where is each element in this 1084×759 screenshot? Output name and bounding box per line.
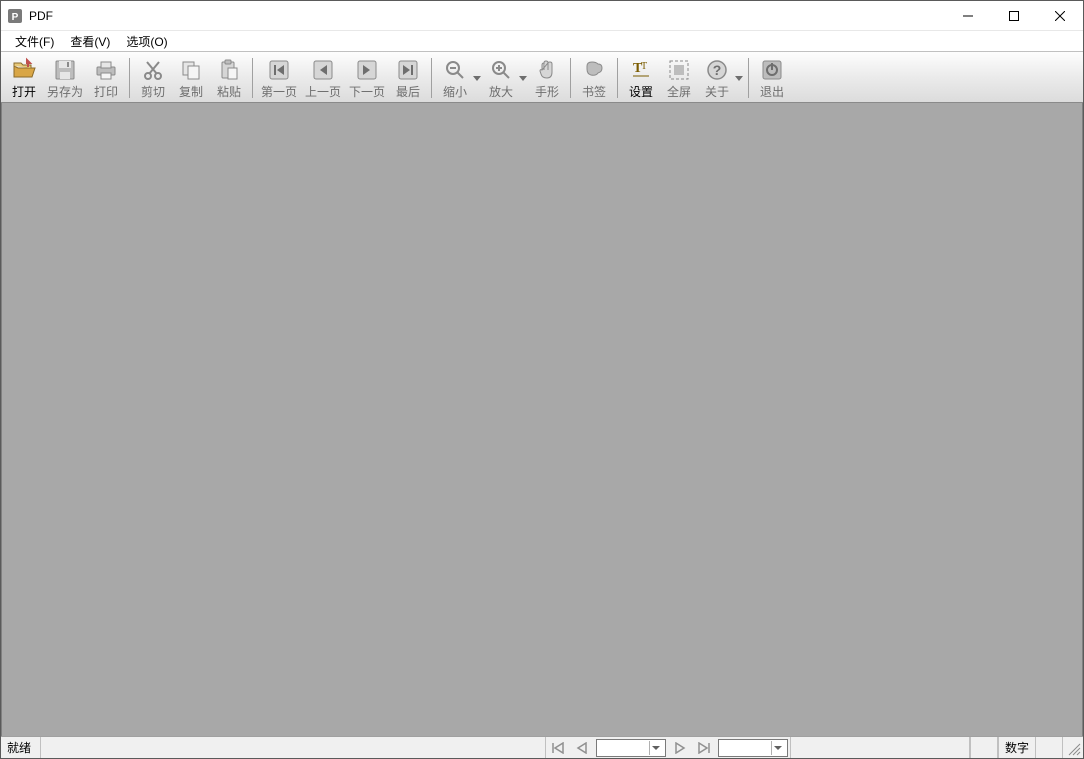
- menu-options[interactable]: 选项(O): [118, 31, 175, 52]
- first-page-icon: [265, 56, 293, 84]
- open-label: 打开: [12, 85, 36, 99]
- svg-text:T: T: [641, 61, 647, 72]
- saveas-button[interactable]: 另存为: [43, 54, 87, 102]
- fullscreen-icon: [665, 56, 693, 84]
- toolbar-separator: [252, 58, 253, 98]
- copy-icon: [177, 56, 205, 84]
- paste-icon: [215, 56, 243, 84]
- bookmark-button[interactable]: 书签: [575, 54, 613, 102]
- status-small-field: [970, 737, 998, 758]
- exit-label: 退出: [760, 85, 784, 99]
- firstpage-label: 第一页: [261, 85, 297, 99]
- zoom-in-icon: [487, 56, 515, 84]
- chevron-down-icon: [771, 741, 785, 755]
- lastpage-button[interactable]: 最后: [389, 54, 427, 102]
- folder-open-icon: [10, 56, 38, 84]
- status-ready: 就绪: [1, 737, 41, 758]
- hand-label: 手形: [535, 85, 559, 99]
- toolbar-separator: [129, 58, 130, 98]
- prevpage-button[interactable]: 上一页: [301, 54, 345, 102]
- toolbar-separator: [617, 58, 618, 98]
- saveas-label: 另存为: [47, 85, 83, 99]
- prevpage-label: 上一页: [305, 85, 341, 99]
- zoom-out-icon: [441, 56, 469, 84]
- firstpage-button[interactable]: 第一页: [257, 54, 301, 102]
- nextpage-label: 下一页: [349, 85, 385, 99]
- copy-label: 复制: [179, 85, 203, 99]
- status-numlock: 数字: [998, 737, 1035, 758]
- paste-button[interactable]: 粘贴: [210, 54, 248, 102]
- save-icon: [51, 56, 79, 84]
- status-zoom-combo[interactable]: [718, 739, 788, 757]
- printer-icon: [92, 56, 120, 84]
- help-icon: ?: [703, 56, 731, 84]
- menubar: 文件(F) 查看(V) 选项(O): [1, 31, 1083, 51]
- nextpage-button[interactable]: 下一页: [345, 54, 389, 102]
- fullscreen-button[interactable]: 全屏: [660, 54, 698, 102]
- zoomout-button[interactable]: 缩小: [436, 54, 474, 102]
- status-page-combo[interactable]: [596, 739, 666, 757]
- cut-button[interactable]: 剪切: [134, 54, 172, 102]
- app-icon: P: [7, 8, 23, 24]
- window-controls: [945, 1, 1083, 30]
- exit-button[interactable]: 退出: [753, 54, 791, 102]
- about-button[interactable]: ? 关于: [698, 54, 736, 102]
- chevron-down-icon: [649, 741, 663, 755]
- status-small-field-2: [1035, 737, 1063, 758]
- status-prev-icon[interactable]: [570, 737, 594, 758]
- bookmark-label: 书签: [582, 85, 606, 99]
- about-label: 关于: [705, 85, 729, 99]
- status-field: [790, 737, 970, 758]
- paste-label: 粘贴: [217, 85, 241, 99]
- close-button[interactable]: [1037, 1, 1083, 30]
- hand-button[interactable]: 手形: [528, 54, 566, 102]
- menu-file[interactable]: 文件(F): [7, 31, 62, 52]
- menu-view[interactable]: 查看(V): [62, 31, 118, 52]
- settings-button[interactable]: TT 设置: [622, 54, 660, 102]
- settings-icon: TT: [627, 56, 655, 84]
- status-spacer: [41, 737, 546, 758]
- toolbar-separator: [570, 58, 571, 98]
- minimize-button[interactable]: [945, 1, 991, 30]
- titlebar: P PDF: [1, 1, 1083, 31]
- settings-label: 设置: [629, 85, 653, 99]
- bookmark-icon: [580, 56, 608, 84]
- toolbar-separator: [431, 58, 432, 98]
- lastpage-label: 最后: [396, 85, 420, 99]
- scissors-icon: [139, 56, 167, 84]
- document-area: [1, 103, 1083, 736]
- cut-label: 剪切: [141, 85, 165, 99]
- hand-icon: [533, 56, 561, 84]
- status-last-icon[interactable]: [692, 737, 716, 758]
- status-next-icon[interactable]: [668, 737, 692, 758]
- svg-text:P: P: [12, 12, 19, 23]
- svg-text:?: ?: [713, 62, 722, 78]
- print-label: 打印: [94, 85, 118, 99]
- toolbar: 打开 另存为 打印 剪切: [1, 51, 1083, 103]
- zoomin-button[interactable]: 放大: [482, 54, 520, 102]
- power-icon: [758, 56, 786, 84]
- fullscreen-label: 全屏: [667, 85, 691, 99]
- print-button[interactable]: 打印: [87, 54, 125, 102]
- window-title: PDF: [29, 9, 53, 23]
- open-button[interactable]: 打开: [5, 54, 43, 102]
- last-page-icon: [394, 56, 422, 84]
- zoomin-label: 放大: [489, 85, 513, 99]
- zoomout-label: 缩小: [443, 85, 467, 99]
- toolbar-separator: [748, 58, 749, 98]
- statusbar: 就绪 数字: [1, 736, 1083, 758]
- resize-grip[interactable]: [1063, 737, 1083, 758]
- app-window: P PDF 文件(F) 查看(V) 选项(O): [0, 0, 1084, 759]
- status-first-icon[interactable]: [546, 737, 570, 758]
- prev-page-icon: [309, 56, 337, 84]
- maximize-button[interactable]: [991, 1, 1037, 30]
- copy-button[interactable]: 复制: [172, 54, 210, 102]
- next-page-icon: [353, 56, 381, 84]
